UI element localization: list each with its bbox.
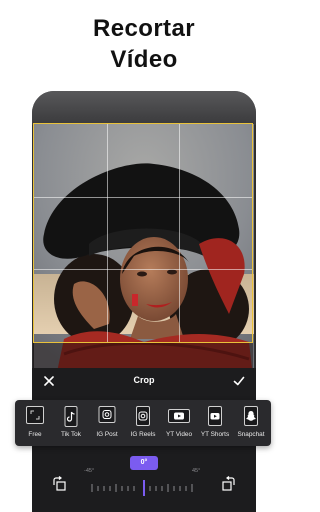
- format-tiktok[interactable]: Tik Tok: [53, 400, 89, 446]
- format-yt-video[interactable]: YT Video: [161, 400, 197, 446]
- crop-toolbar: Crop: [32, 368, 256, 394]
- youtube-icon: [168, 409, 190, 423]
- promo-headline: Recortar Vídeo: [0, 13, 288, 75]
- rotate-right-icon[interactable]: [221, 476, 237, 492]
- free-crop-icon: [26, 406, 44, 424]
- instagram-icon: [136, 406, 150, 426]
- max-angle-label: 45°: [192, 468, 201, 474]
- min-angle-label: -45°: [84, 468, 95, 474]
- grid-line: [34, 196, 252, 198]
- crop-outside-shade: [33, 343, 253, 368]
- instagram-icon: [98, 406, 116, 423]
- headline-line-1: Recortar: [93, 15, 195, 42]
- phone-top-bar: [32, 91, 256, 125]
- rotation-control: 0° -45° 45°: [32, 450, 256, 512]
- rotate-left-icon[interactable]: [51, 476, 67, 492]
- aspect-ratio-bar: Free Tik Tok IG Post IG Reels YT Video Y…: [15, 400, 271, 446]
- checkmark-icon[interactable]: [232, 374, 246, 388]
- grid-line: [34, 269, 252, 271]
- youtube-icon: [208, 406, 222, 426]
- crop-frame[interactable]: [33, 123, 253, 343]
- headline-line-2: Vídeo: [110, 46, 178, 73]
- snapchat-icon: [244, 406, 258, 426]
- crop-title: Crop: [133, 375, 155, 385]
- grid-line: [106, 124, 108, 342]
- format-free[interactable]: Free: [17, 400, 53, 446]
- rotation-slider[interactable]: [90, 478, 198, 498]
- promo-screen: Recortar Vídeo Crop Free Tik Tok IG Post…: [0, 0, 288, 512]
- format-ig-reels[interactable]: IG Reels: [125, 400, 161, 446]
- format-yt-shorts[interactable]: YT Shorts: [197, 400, 233, 446]
- format-label: Snapchat: [237, 431, 265, 438]
- format-snapchat[interactable]: Snapchat: [233, 400, 269, 446]
- angle-value-badge: 0°: [130, 456, 158, 470]
- tiktok-icon: [64, 406, 78, 427]
- format-ig-post[interactable]: IG Post: [89, 400, 125, 446]
- grid-line: [179, 124, 181, 342]
